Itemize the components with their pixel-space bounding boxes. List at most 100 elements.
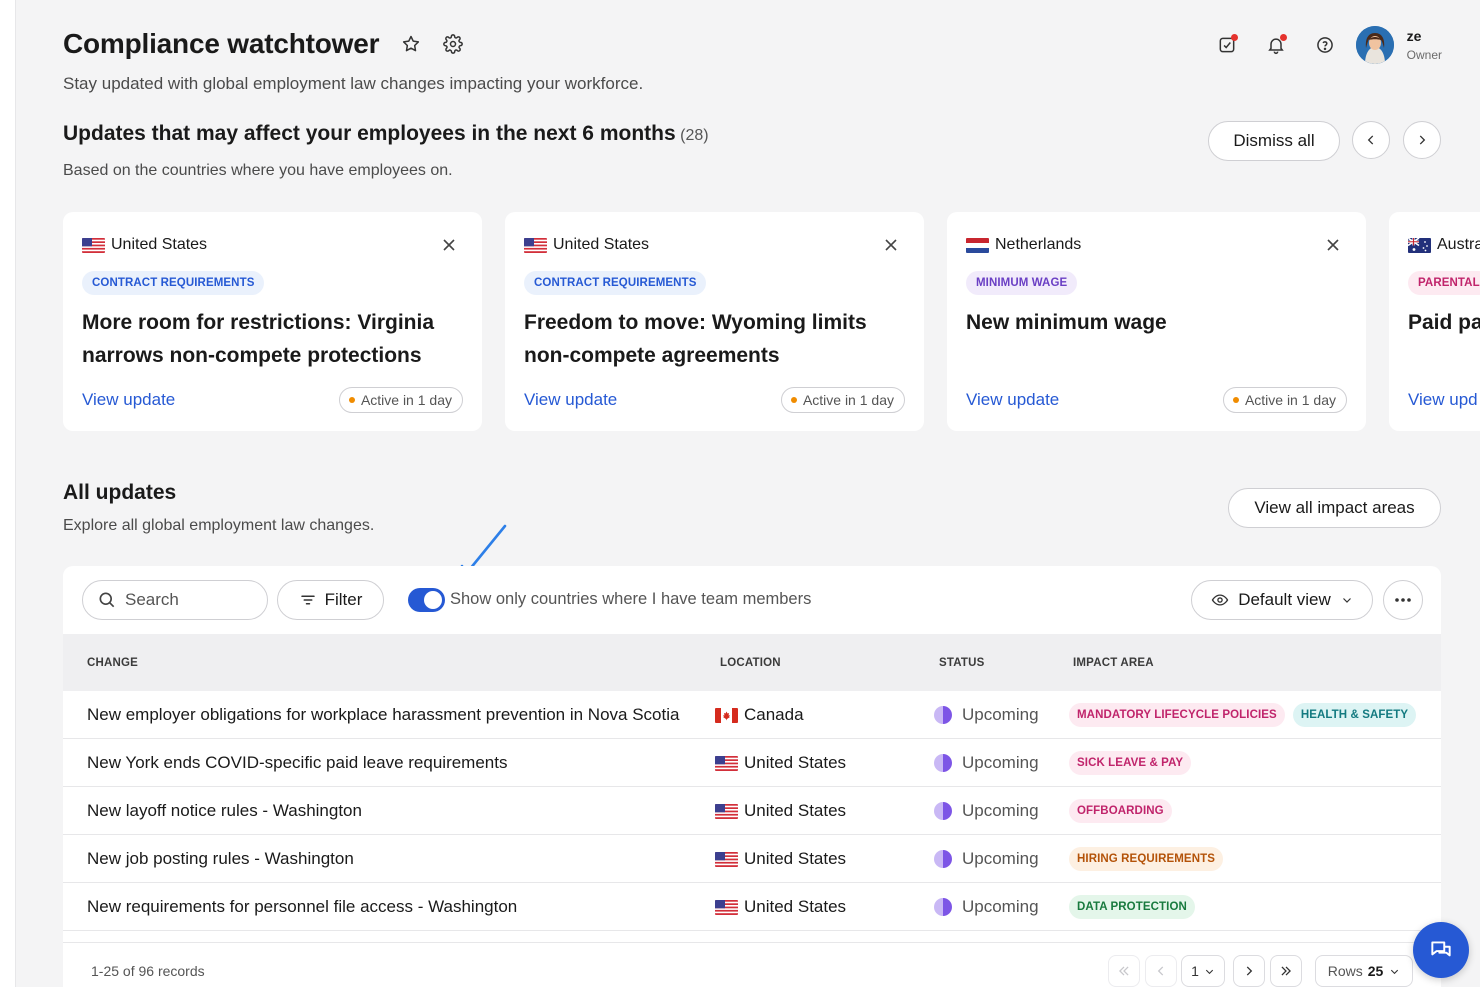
upcoming-status-icon xyxy=(934,754,952,772)
dismiss-all-button[interactable]: Dismiss all xyxy=(1208,121,1340,161)
status-text: Upcoming xyxy=(962,753,1039,772)
change-cell: New layoff notice rules - Washington xyxy=(87,801,362,820)
card-country: United States xyxy=(82,236,207,254)
column-header-status[interactable]: STATUS xyxy=(939,657,985,669)
status-cell: Upcoming xyxy=(934,897,1039,917)
gear-icon[interactable] xyxy=(441,32,465,56)
change-cell: New York ends COVID-specific paid leave … xyxy=(87,753,508,772)
user-name: ze xyxy=(1406,28,1422,44)
update-card[interactable]: United States CONTRACT REQUIREMENTS Free… xyxy=(505,212,924,431)
location-name: United States xyxy=(744,849,847,868)
table-row[interactable]: New York ends COVID-specific paid leave … xyxy=(63,739,1441,787)
search-input[interactable]: Search xyxy=(82,580,268,620)
all-updates-title: All updates xyxy=(63,481,177,504)
table-toolbar: Search Filter Show only countries where … xyxy=(63,566,1441,634)
all-updates-subtitle: Explore all global employment law change… xyxy=(63,517,375,534)
first-page-button[interactable] xyxy=(1108,955,1140,987)
table-row[interactable]: New employer obligations for workplace h… xyxy=(63,691,1441,739)
filter-button[interactable]: Filter xyxy=(277,580,384,620)
card-country-name: United States xyxy=(111,236,208,253)
update-card[interactable]: Netherlands MINIMUM WAGE New minimum wag… xyxy=(947,212,1366,431)
location-cell: Canada xyxy=(715,705,804,725)
impact-tag: HIRING REQUIREMENTS xyxy=(1069,847,1223,871)
status-text: Upcoming xyxy=(962,705,1039,724)
carousel-next-button[interactable] xyxy=(1403,121,1441,159)
chat-button[interactable] xyxy=(1413,922,1469,978)
close-icon[interactable] xyxy=(442,238,456,257)
impact-tag: OFFBOARDING xyxy=(1069,799,1172,823)
page-subtitle: Stay updated with global employment law … xyxy=(63,74,644,93)
us-flag-icon xyxy=(82,237,105,253)
top-actions: ze Owner xyxy=(1191,26,1442,64)
close-icon[interactable] xyxy=(884,238,898,257)
chevron-right-icon xyxy=(1246,966,1253,976)
chevron-down-icon xyxy=(1342,598,1351,603)
eye-icon xyxy=(1211,594,1229,606)
status-text: Upcoming xyxy=(962,897,1039,916)
view-update-link[interactable]: View update xyxy=(82,390,175,410)
column-header-impact-area[interactable]: IMPACT AREA xyxy=(1073,657,1154,669)
us-flag-icon xyxy=(524,237,547,253)
location-name: Canada xyxy=(744,705,804,724)
column-header-location[interactable]: LOCATION xyxy=(720,657,781,669)
status-cell: Upcoming xyxy=(934,849,1039,869)
card-status-text: Active in 1 day xyxy=(1244,392,1336,408)
status-cell: Upcoming xyxy=(934,801,1039,821)
impact-tag: HEALTH & SAFETY xyxy=(1292,703,1417,727)
upcoming-status-icon xyxy=(934,850,952,868)
default-view-select[interactable]: Default view xyxy=(1191,580,1373,620)
last-page-button[interactable] xyxy=(1270,955,1302,987)
impact-cell: MANDATORY LIFECYCLE POLICIES HEALTH & SA… xyxy=(1069,703,1424,727)
page-select[interactable]: 1 xyxy=(1181,955,1225,987)
impact-cell: DATA PROTECTION xyxy=(1069,895,1203,919)
table-row[interactable]: New layoff notice rules - Washington Uni… xyxy=(63,787,1441,835)
next-page-button[interactable] xyxy=(1233,955,1265,987)
team-members-toggle[interactable] xyxy=(408,588,445,612)
star-icon[interactable] xyxy=(399,32,423,56)
upcoming-section-header: Updates that may affect your employees i… xyxy=(63,122,709,180)
view-update-link[interactable]: View update xyxy=(524,390,617,410)
view-update-link[interactable]: View upd xyxy=(1408,390,1478,410)
column-header-change[interactable]: CHANGE xyxy=(87,657,138,669)
filter-icon xyxy=(300,595,315,605)
card-title: More room for restrictions: Virginia nar… xyxy=(82,311,435,367)
impact-tag: MANDATORY LIFECYCLE POLICIES xyxy=(1069,703,1285,727)
user-info: ze Owner xyxy=(1407,28,1442,62)
card-status-badge: Active in 1 day xyxy=(338,387,463,413)
chevron-down-icon xyxy=(1205,969,1213,974)
more-options-button[interactable] xyxy=(1383,580,1423,620)
card-country: Austra xyxy=(1408,236,1480,254)
bell-icon[interactable] xyxy=(1263,32,1289,58)
location-name: United States xyxy=(744,753,847,772)
more-horizontal-icon xyxy=(1395,598,1411,602)
card-country: United States xyxy=(524,236,649,254)
close-icon[interactable] xyxy=(1326,238,1340,257)
table-row[interactable]: New job posting rules - Washington Unite… xyxy=(63,835,1441,883)
upcoming-status-icon xyxy=(934,706,952,724)
updates-table: Search Filter Show only countries where … xyxy=(63,566,1441,987)
update-cards-carousel: United States CONTRACT REQUIREMENTS More… xyxy=(63,212,1480,431)
filter-label: Filter xyxy=(324,590,363,609)
toggle-label: Show only countries where I have team me… xyxy=(450,590,812,608)
card-title: Freedom to move: Wyoming limits non-comp… xyxy=(524,311,867,367)
status-cell: Upcoming xyxy=(934,705,1039,725)
rows-per-page-select[interactable]: Rows 25 xyxy=(1315,955,1413,987)
upcoming-title: Updates that may affect your employees i… xyxy=(63,122,676,145)
prev-page-button[interactable] xyxy=(1145,955,1177,987)
view-update-link[interactable]: View update xyxy=(966,390,1059,410)
update-card[interactable]: United States CONTRACT REQUIREMENTS More… xyxy=(63,212,482,431)
table-row[interactable]: New requirements for personnel file acce… xyxy=(63,883,1441,931)
chevron-left-icon xyxy=(1157,966,1164,976)
left-rail xyxy=(0,0,16,987)
carousel-prev-button[interactable] xyxy=(1352,121,1390,159)
location-cell: United States xyxy=(715,753,846,773)
ca-flag-icon xyxy=(715,707,738,723)
update-card[interactable]: Austra PARENTAL Paid pa View upd xyxy=(1389,212,1480,431)
card-tag: PARENTAL xyxy=(1408,271,1480,295)
avatar[interactable] xyxy=(1355,26,1394,64)
location-name: United States xyxy=(744,801,847,820)
table-header: CHANGE LOCATION STATUS IMPACT AREA xyxy=(63,634,1441,691)
help-icon[interactable] xyxy=(1312,32,1338,58)
view-all-impact-areas-button[interactable]: View all impact areas xyxy=(1228,488,1441,528)
tasks-icon[interactable] xyxy=(1214,32,1240,58)
